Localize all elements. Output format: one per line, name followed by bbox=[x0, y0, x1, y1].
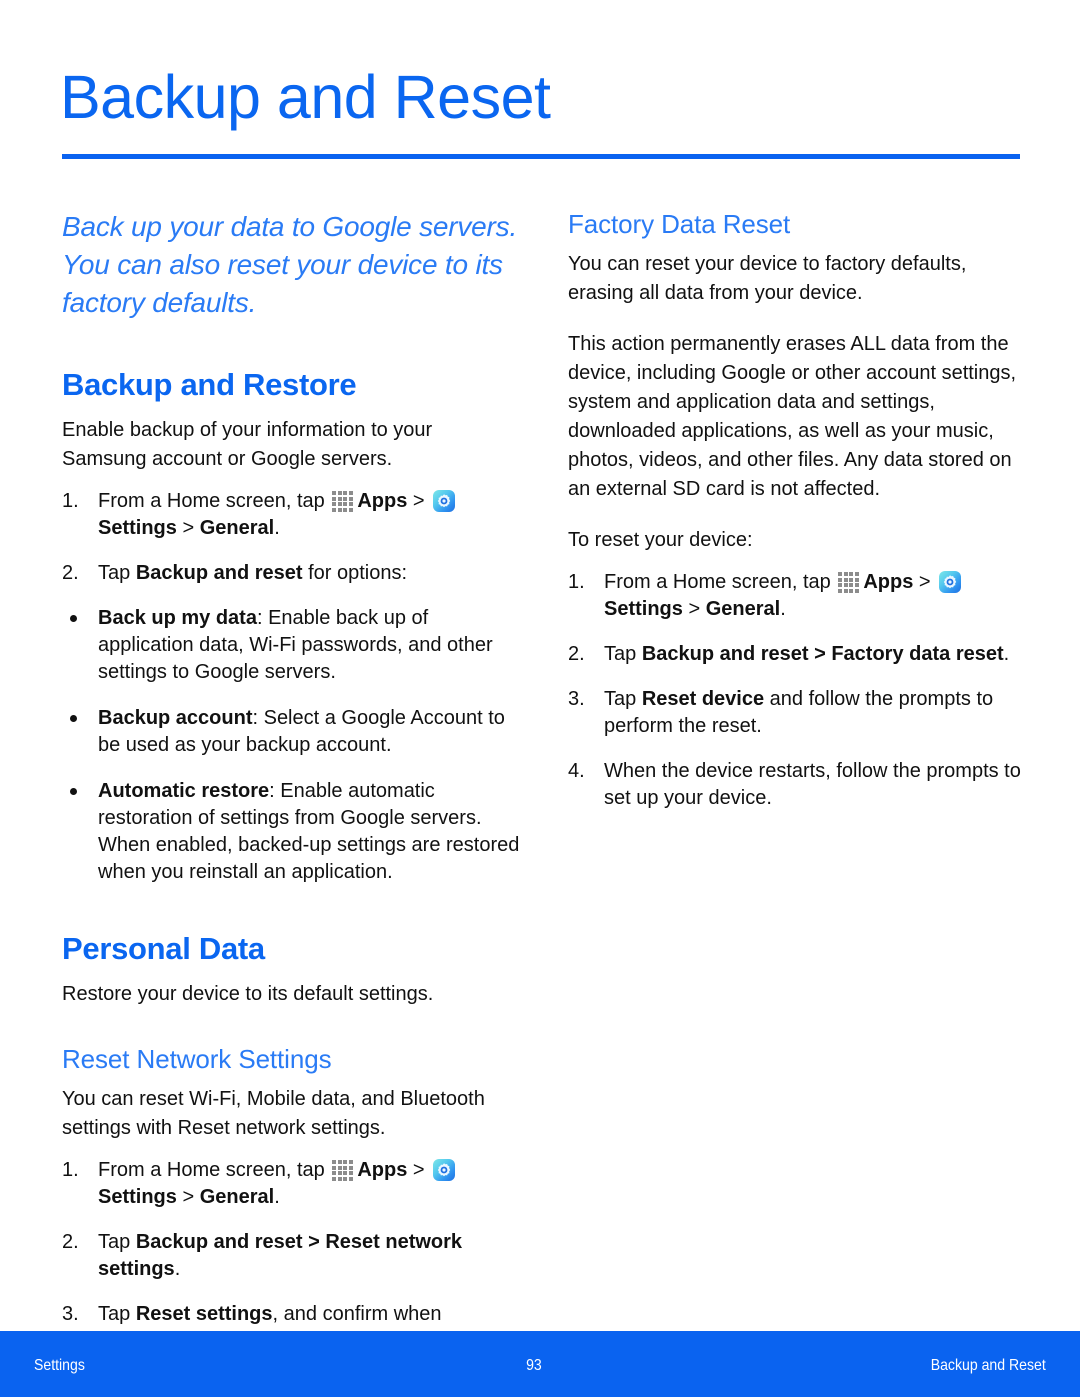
emphasis-text: Settings bbox=[98, 1186, 177, 1208]
step-text: . bbox=[780, 598, 786, 620]
step-text: Tap bbox=[604, 643, 642, 665]
apps-grid-icon bbox=[838, 571, 859, 593]
step-number: 2. bbox=[62, 562, 79, 584]
personal-data-intro: Restore your device to its default setti… bbox=[62, 983, 434, 1005]
step-number: 1. bbox=[568, 571, 585, 593]
numbered-step: 3. Tap Reset device and follow the prompt… bbox=[568, 686, 1028, 740]
emphasis-text: General bbox=[199, 517, 275, 539]
apps-grid-icon bbox=[332, 1159, 353, 1181]
step-number: 3. bbox=[568, 688, 585, 710]
emphasis-text: Apps bbox=[357, 490, 408, 512]
step-text: > bbox=[407, 1159, 431, 1181]
step-text: Tap bbox=[98, 1231, 136, 1253]
emphasis-text: Settings bbox=[604, 598, 683, 620]
title-divider bbox=[62, 154, 1020, 159]
numbered-step: 1. From a Home screen, tap Apps > Setting… bbox=[568, 569, 1028, 623]
bullet-dot-icon bbox=[70, 715, 77, 722]
step-text: . bbox=[274, 517, 280, 539]
bullet-dot-icon bbox=[70, 788, 77, 795]
step-text: > bbox=[913, 571, 937, 593]
body-paragraph: To reset your device: bbox=[568, 529, 753, 551]
emphasis-text: Backup and reset > Reset network setting… bbox=[98, 1231, 463, 1280]
option-bullet: Back up my data: Enable back up of appli… bbox=[62, 605, 522, 686]
footer-page-number: 93 bbox=[526, 1357, 542, 1374]
settings-gear-icon bbox=[433, 490, 456, 512]
step-number: 2. bbox=[568, 643, 585, 665]
step-number: 1. bbox=[62, 1159, 79, 1181]
step-text: > bbox=[682, 598, 706, 620]
footer-chapter-label: Backup and Reset bbox=[930, 1357, 1046, 1374]
page-footer: Settings 93 Backup and Reset bbox=[0, 1331, 1080, 1397]
step-text: When the device restarts, follow the pro… bbox=[604, 760, 1021, 809]
step-text: From a Home screen, tap bbox=[604, 571, 837, 593]
step-text: for options: bbox=[302, 562, 408, 584]
emphasis-text: Apps bbox=[863, 571, 914, 593]
apps-grid-icon bbox=[332, 490, 353, 512]
step-text: > bbox=[407, 490, 431, 512]
reset-network-intro: You can reset Wi-Fi, Mobile data, and Bl… bbox=[62, 1088, 485, 1139]
option-term: Automatic restore bbox=[98, 780, 270, 802]
step-number: 1. bbox=[62, 490, 79, 512]
settings-gear-icon bbox=[433, 1159, 456, 1181]
page-title: Backup and Reset bbox=[60, 63, 551, 131]
step-text: Tap bbox=[604, 688, 642, 710]
left-column: Back up your data to Google servers. You… bbox=[62, 208, 522, 1373]
step-text: > bbox=[176, 517, 200, 539]
right-column: Factory Data Reset You can reset your de… bbox=[568, 208, 1028, 830]
emphasis-text: General bbox=[705, 598, 781, 620]
body-paragraph: You can reset your device to factory def… bbox=[568, 253, 967, 304]
reset-network-steps: 1. From a Home screen, tap Apps > Setting… bbox=[62, 1157, 522, 1355]
emphasis-text: Settings bbox=[98, 517, 177, 539]
step-number: 4. bbox=[568, 760, 585, 782]
numbered-step: 2. Tap Backup and reset > Reset network s… bbox=[62, 1229, 522, 1283]
heading-reset-network-settings: Reset Network Settings bbox=[62, 1044, 332, 1074]
emphasis-text: Backup and reset > Factory data reset bbox=[641, 643, 1004, 665]
bullet-dot-icon bbox=[70, 615, 77, 622]
intro-lede: Back up your data to Google servers. You… bbox=[62, 211, 518, 318]
step-text: Tap bbox=[98, 1303, 136, 1325]
factory-data-reset-steps: 1. From a Home screen, tap Apps > Setting… bbox=[568, 569, 1028, 812]
numbered-step: 2. Tap Backup and reset for options: bbox=[62, 560, 522, 587]
emphasis-text: General bbox=[199, 1186, 275, 1208]
step-text: . bbox=[174, 1258, 181, 1280]
step-text: > bbox=[176, 1186, 200, 1208]
settings-gear-icon bbox=[939, 571, 962, 593]
option-term: Backup account bbox=[98, 707, 253, 729]
heading-factory-data-reset: Factory Data Reset bbox=[568, 209, 791, 239]
numbered-step: 2. Tap Backup and reset > Factory data re… bbox=[568, 641, 1028, 668]
step-text: From a Home screen, tap bbox=[98, 490, 331, 512]
body-paragraph: This action permanently erases ALL data … bbox=[568, 333, 1017, 500]
emphasis-text: Apps bbox=[357, 1159, 408, 1181]
emphasis-text: Reset device bbox=[641, 688, 765, 710]
backup-restore-intro: Enable backup of your information to you… bbox=[62, 419, 433, 470]
emphasis-text: Reset settings bbox=[135, 1303, 273, 1325]
heading-backup-and-restore: Backup and Restore bbox=[62, 367, 357, 402]
numbered-step: 1. From a Home screen, tap Apps > Setting… bbox=[62, 488, 522, 542]
step-text: From a Home screen, tap bbox=[98, 1159, 331, 1181]
heading-personal-data: Personal Data bbox=[62, 931, 265, 966]
option-bullet: Automatic restore: Enable automatic rest… bbox=[62, 778, 522, 886]
emphasis-text: Backup and reset bbox=[135, 562, 303, 584]
footer-section-label: Settings bbox=[34, 1357, 85, 1374]
numbered-step: 4. When the device restarts, follow the p… bbox=[568, 758, 1028, 812]
numbered-step: 1. From a Home screen, tap Apps > Setting… bbox=[62, 1157, 522, 1211]
step-text: . bbox=[274, 1186, 280, 1208]
step-text: . bbox=[1003, 643, 1010, 665]
step-number: 2. bbox=[62, 1231, 79, 1253]
backup-restore-options: Back up my data: Enable back up of appli… bbox=[62, 605, 522, 886]
factory-data-reset-paragraphs: You can reset your device to factory def… bbox=[568, 250, 1028, 555]
option-bullet: Backup account: Select a Google Account … bbox=[62, 705, 522, 759]
document-page: Backup and Reset Back up your data to Go… bbox=[0, 0, 1080, 1397]
backup-restore-steps: 1. From a Home screen, tap Apps > Setting… bbox=[62, 488, 522, 587]
option-term: Back up my data bbox=[98, 607, 257, 629]
step-number: 3. bbox=[62, 1303, 79, 1325]
step-text: Tap bbox=[98, 562, 136, 584]
